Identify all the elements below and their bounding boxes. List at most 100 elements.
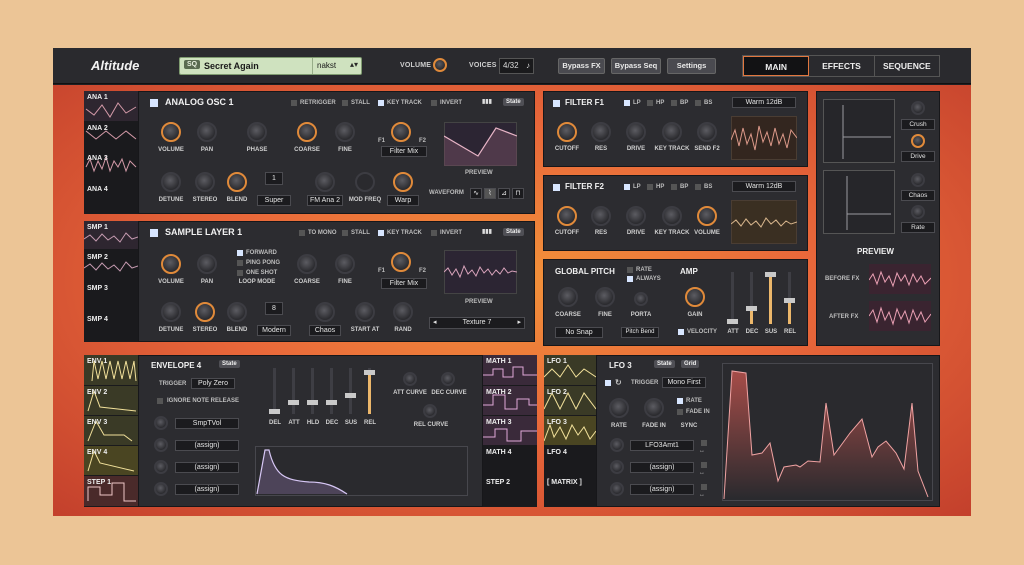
f1-drive-knob[interactable] (626, 122, 646, 142)
chaos-knob[interactable] (911, 173, 925, 187)
lfo-rate-knob[interactable] (609, 398, 629, 418)
math-tab-2[interactable]: MATH 2 (483, 389, 535, 396)
f2-enable-checkbox[interactable] (553, 184, 560, 191)
f2-volume-knob[interactable] (697, 206, 717, 226)
f1-hp-radio[interactable] (647, 100, 653, 106)
retrigger-checkbox[interactable] (291, 100, 297, 106)
step-tab-2[interactable]: STEP 2 (483, 479, 535, 486)
math-tab-4[interactable]: MATH 4 (483, 449, 535, 456)
lfo-assign-2[interactable]: (assign) (630, 462, 694, 473)
smp-tab-4[interactable]: SMP 4 (84, 316, 136, 323)
osc-warp-knob[interactable] (393, 172, 413, 192)
osc-detune-knob[interactable] (161, 172, 181, 192)
lfo-mod3-knob[interactable] (610, 482, 624, 496)
drive-knob[interactable] (911, 134, 925, 148)
osc-pan-knob[interactable] (197, 122, 217, 142)
lfo-mod2-knob[interactable] (610, 460, 624, 474)
tab-main[interactable]: MAIN (743, 56, 810, 76)
forward-radio[interactable] (237, 250, 243, 256)
pitch-snap-field[interactable]: No Snap (555, 327, 603, 338)
lfo-tab-3[interactable]: LFO 3 (544, 419, 596, 426)
lfo-assign-3[interactable]: (assign) (630, 484, 694, 495)
f2-drive-knob[interactable] (626, 206, 646, 226)
env-att-fader[interactable] (288, 368, 299, 414)
drive-field[interactable]: Drive (901, 151, 935, 162)
env-state-button[interactable]: State (219, 360, 240, 368)
texture-prev-icon[interactable]: ◂ (433, 318, 437, 327)
smp-bars-icon[interactable]: ▮▮▮ (482, 228, 492, 235)
f2-type-field[interactable]: Warm 12dB (732, 181, 796, 192)
osc-enable-checkbox[interactable] (150, 99, 158, 107)
f1-lp-radio[interactable] (624, 100, 630, 106)
smp-voices-field[interactable]: 8 (265, 302, 283, 315)
smp-invert-checkbox[interactable] (431, 230, 437, 236)
amp-att-fader[interactable] (727, 272, 738, 324)
smp-blend-knob[interactable] (227, 302, 247, 322)
pitch-bend-field[interactable]: Pitch Bend (621, 327, 659, 338)
lfo-arrows-2-icon[interactable]: ↔ (699, 470, 705, 476)
amp-gain-knob[interactable] (685, 287, 705, 307)
osc-state-button[interactable]: State (503, 98, 524, 106)
smp-filter-mix-field[interactable]: Filter Mix (381, 278, 427, 289)
wave-sine-icon[interactable]: ∿ (470, 188, 482, 199)
env-dec-fader[interactable] (326, 368, 337, 414)
f1-type-field[interactable]: Warm 12dB (732, 97, 796, 108)
lfo-tab-1[interactable]: LFO 1 (544, 358, 596, 365)
f2-bs-radio[interactable] (695, 184, 701, 190)
lfo-loop-icon[interactable]: ↻ (615, 378, 622, 387)
lfo-enable-checkbox[interactable] (605, 380, 611, 386)
lfo-tab-2[interactable]: LFO 2 (544, 389, 596, 396)
f1-bs-radio[interactable] (695, 100, 701, 106)
to-mono-checkbox[interactable] (299, 230, 305, 236)
preset-selector[interactable]: SQ Secret Again nakst ▴▾ (179, 57, 362, 75)
lfo-bipolar-2[interactable] (701, 462, 707, 468)
rate-field[interactable]: Rate (901, 222, 935, 233)
osc-fm-knob[interactable] (315, 172, 335, 192)
osc-warp-field[interactable]: Warp (387, 195, 419, 206)
amp-velocity-checkbox[interactable] (678, 329, 684, 335)
tab-sequence[interactable]: SEQUENCE (875, 56, 939, 76)
smp-coarse-knob[interactable] (297, 254, 317, 274)
osc-unison-field[interactable]: 1 (265, 172, 283, 185)
bypass-fx-button[interactable]: Bypass FX (558, 58, 605, 74)
smp-pan-knob[interactable] (197, 254, 217, 274)
key-track-checkbox[interactable] (378, 100, 384, 106)
wave-square-icon[interactable]: ⊓ (512, 188, 524, 199)
f1-cutoff-knob[interactable] (557, 122, 577, 142)
settings-button[interactable]: Settings (667, 58, 716, 74)
f1-enable-checkbox[interactable] (553, 100, 560, 107)
crush-knob[interactable] (911, 101, 925, 115)
f1-keytrack-knob[interactable] (662, 122, 682, 142)
env-mod3-knob[interactable] (154, 460, 168, 474)
bars-icon[interactable]: ▮▮▮ (482, 98, 492, 105)
env-rel-fader[interactable] (364, 368, 375, 414)
env-trigger-field[interactable]: Poly Zero (191, 378, 235, 389)
smp-enable-checkbox[interactable] (150, 229, 158, 237)
rel-curve-knob[interactable] (423, 404, 437, 418)
osc-tab-ana4[interactable]: ANA 4 (84, 186, 136, 193)
osc-fm-source-field[interactable]: FM Ana 2 (307, 195, 343, 206)
osc-filter-mix-field[interactable]: Filter Mix (381, 146, 427, 157)
lfo-fade-knob[interactable] (644, 398, 664, 418)
env-mod2-knob[interactable] (154, 438, 168, 452)
osc-filter-mix-knob[interactable] (391, 122, 411, 142)
osc-tab-ana3[interactable]: ANA 3 (84, 155, 136, 162)
wave-triangle-icon[interactable]: ⌇ (484, 188, 496, 199)
f1-res-knob[interactable] (591, 122, 611, 142)
math-tab-3[interactable]: MATH 3 (483, 419, 535, 426)
osc-tab-ana1[interactable]: ANA 1 (84, 94, 136, 101)
osc-phase-knob[interactable] (247, 122, 267, 142)
env-assign-3[interactable]: (assign) (175, 462, 239, 473)
smp-tab-1[interactable]: SMP 1 (84, 224, 136, 231)
smp-stall-checkbox[interactable] (342, 230, 348, 236)
f2-cutoff-knob[interactable] (557, 206, 577, 226)
smp-key-track-checkbox[interactable] (378, 230, 384, 236)
osc-volume-knob[interactable] (161, 122, 181, 142)
step-tab-1[interactable]: STEP 1 (84, 479, 136, 486)
smp-start-knob[interactable] (355, 302, 375, 322)
att-curve-knob[interactable] (403, 372, 417, 386)
smp-tab-3[interactable]: SMP 3 (84, 285, 136, 292)
smp-fine-knob[interactable] (335, 254, 355, 274)
amp-rel-fader[interactable] (784, 272, 795, 324)
f1-bp-radio[interactable] (671, 100, 677, 106)
